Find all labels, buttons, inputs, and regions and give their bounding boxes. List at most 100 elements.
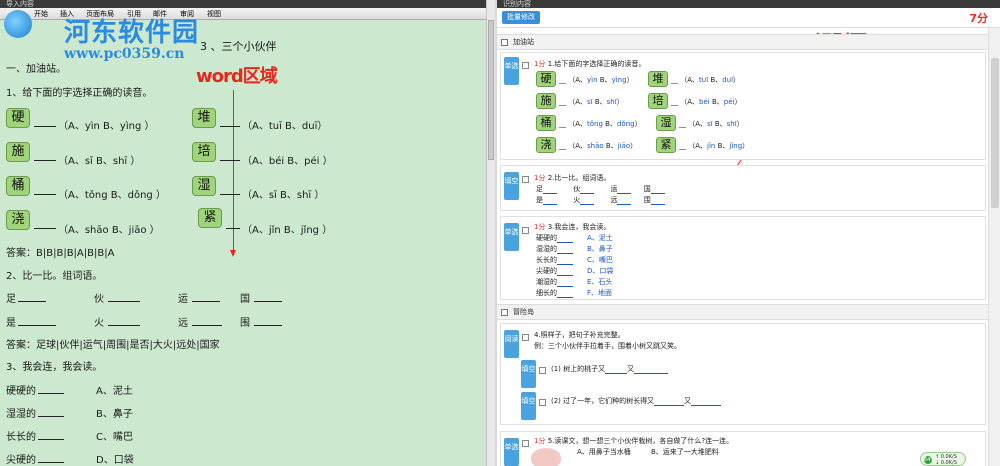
word-char: 伙 xyxy=(94,294,104,305)
match-row: 硬硬的 A、泥土 xyxy=(536,234,613,243)
question-card-1: 单选 1分 1.给下面的字选择正确的读音。 硬 __ （A、yìn B、yìng… xyxy=(500,52,986,160)
question-text: 1分 2.比一比。组词语。 xyxy=(534,174,611,182)
question-text: 4.照样子，把句子补充完整。 xyxy=(534,331,625,339)
match-right: D、口袋 xyxy=(96,455,134,466)
word-char: 火 xyxy=(94,318,104,329)
word-char: 运 xyxy=(178,294,188,305)
char-box: 施 xyxy=(6,142,30,162)
word-area-pane: 导入内容 开始 插入 页面布局 引用 邮件 审阅 视图 河东软件园 www.pc… xyxy=(0,0,486,466)
answer-1: 答案：B|B|B|B|A|B|B|A xyxy=(6,248,115,259)
char-box: 浇 xyxy=(536,137,556,153)
watermark-site-name: 河东软件园 xyxy=(64,18,200,48)
pinyin-options: __ （A、sī B、shī） xyxy=(559,98,624,106)
match-row: 尖硬的 D、口袋 xyxy=(536,267,614,276)
char-box: 紧 xyxy=(198,208,222,228)
pinyin-options: （A、yìn B、yìng ） xyxy=(58,121,155,132)
right-scrollbar[interactable] xyxy=(988,28,1000,466)
match-right: A、泥土 xyxy=(96,386,133,397)
pinyin-options: （A、jǐn B、jǐng ） xyxy=(242,225,333,236)
match-left: 长长的 xyxy=(6,432,36,443)
pinyin-options: （A、shāo B、jiāo ） xyxy=(58,225,160,236)
pinyin-options: （A、sī B、shī ） xyxy=(58,156,141,167)
answer-blank xyxy=(34,194,56,195)
match-option: B、运来了一大堆肥料 xyxy=(651,448,719,456)
char-box: 桶 xyxy=(536,115,556,131)
match-left: 尖硬的 xyxy=(6,455,36,466)
sub-question-1: (1) 树上的桃子又又 xyxy=(551,364,669,374)
section-header-adventure-island[interactable]: 冒险岛 xyxy=(497,304,988,320)
question-text: 1分 1.给下面的字选择正确的读音。 xyxy=(534,60,646,68)
char-box: 堆 xyxy=(648,71,668,87)
question-type-tag: 单选 xyxy=(504,438,519,466)
answer-blank xyxy=(18,325,56,326)
match-right: B、鼻子 xyxy=(96,409,133,420)
word-area-arrow-head xyxy=(230,250,236,257)
match-row: 潮湿的 E、石头 xyxy=(536,278,613,287)
download-speed: ↓ 0.0K/S xyxy=(935,460,957,466)
char-box: 培 xyxy=(192,142,216,162)
question-3-text: 3、我会连，我会读。 xyxy=(6,362,103,373)
answer-blank xyxy=(38,393,64,394)
word-area-label: word区域 xyxy=(196,66,278,87)
question-text: 1分 5.读课文，想一想三个小伙伴栽树，各自做了什么?连一连。 xyxy=(534,437,734,445)
char-box: 桶 xyxy=(6,176,30,196)
question-checkbox[interactable] xyxy=(522,227,529,234)
answer-blank xyxy=(192,301,220,302)
word-char: 足 xyxy=(6,294,16,305)
pig-illustration-icon xyxy=(531,448,561,466)
question-checkbox[interactable] xyxy=(539,367,546,374)
answer-blank xyxy=(226,228,240,229)
left-scrollbar[interactable] xyxy=(486,0,495,466)
question-type-tag: 填空 xyxy=(521,392,536,420)
pinyin-options: （A、tuī B、duī） xyxy=(242,121,328,132)
char-box: 湿 xyxy=(656,115,676,131)
match-left: 湿湿的 xyxy=(6,409,36,420)
sub-question-2: (2) 过了一年，它们种的树长得又又 xyxy=(551,396,722,406)
left-scrollbar-thumb[interactable] xyxy=(488,20,494,160)
char-box: 硬 xyxy=(536,71,556,87)
network-speed-widget: 64% ↑ 0.0K/S ↓ 0.0K/S xyxy=(920,452,966,466)
match-row: 细长的 F、地面 xyxy=(536,289,613,298)
question-checkbox[interactable] xyxy=(522,176,529,183)
char-box: 施 xyxy=(536,93,556,109)
question-type-tag: 单选 xyxy=(504,57,519,85)
char-box: 硬 xyxy=(6,108,30,128)
char-box: 湿 xyxy=(192,176,216,196)
section-header-refuel[interactable]: 加油站 xyxy=(497,34,988,50)
menu-item-view[interactable]: 视图 xyxy=(207,8,221,20)
question-checkbox[interactable] xyxy=(522,62,529,69)
question-card-5: 单选 1分 5.读课文，想一想三个小伙伴栽树，各自做了什么?连一连。 A、用鼻子… xyxy=(500,431,986,466)
answer-blank xyxy=(220,126,240,127)
section-checkbox[interactable] xyxy=(501,39,508,46)
word-char: 国 xyxy=(240,294,250,305)
char-box: 堆 xyxy=(192,108,216,128)
char-box: 紧 xyxy=(656,137,676,153)
section-checkbox[interactable] xyxy=(501,309,508,316)
watermark-url: www.pc0359.cn xyxy=(64,46,185,62)
question-checkbox[interactable] xyxy=(522,334,529,341)
question-type-tag: 阅读 xyxy=(504,330,519,358)
question-card-4: 阅读 4.照样子，把句子补充完整。 例：三个小伙伴手拉着手，围着小树又跳又笑。 … xyxy=(500,323,986,425)
answer-blank xyxy=(108,325,140,326)
char-box: 培 xyxy=(648,93,668,109)
pinyin-options: （A、tǒng B、dǒng ） xyxy=(58,190,166,201)
section-title: 冒险岛 xyxy=(513,308,534,316)
answer-blank xyxy=(220,194,240,195)
recognition-toolbar: 批量修改 7分 xyxy=(497,8,1000,28)
example-text: 例：三个小伙伴手拉着手，围着小树又跳又笑。 xyxy=(534,342,681,350)
question-text: 1分 3.我会连，我会读。 xyxy=(534,223,611,231)
question-card-2: 填空 1分 2.比一比。组词语。 足 伙 运 国 是 火 远 围 xyxy=(500,165,986,211)
network-percent: 64% xyxy=(924,456,936,464)
question-card-3: 单选 1分 3.我会连，我会读。 硬硬的 A、泥土 湿湿的 B、鼻子 长长的 C、嘴巴… xyxy=(500,216,986,300)
menu-item-home[interactable]: 开始 xyxy=(34,8,48,20)
question-checkbox[interactable] xyxy=(539,399,546,406)
right-scrollbar-thumb[interactable] xyxy=(991,58,999,208)
pinyin-options: __ （A、tǒng B、dǒng） xyxy=(559,120,642,128)
pinyin-options: __ （A、yìn B、yìng） xyxy=(559,76,634,84)
word-char: 围 xyxy=(240,318,250,329)
batch-edit-button[interactable]: 批量修改 xyxy=(502,11,540,24)
total-score: 7分 xyxy=(969,12,988,25)
answer-blank xyxy=(254,325,282,326)
question-checkbox[interactable] xyxy=(522,440,529,447)
question-1-text: 1、给下面的字选择正确的读音。 xyxy=(6,88,153,99)
